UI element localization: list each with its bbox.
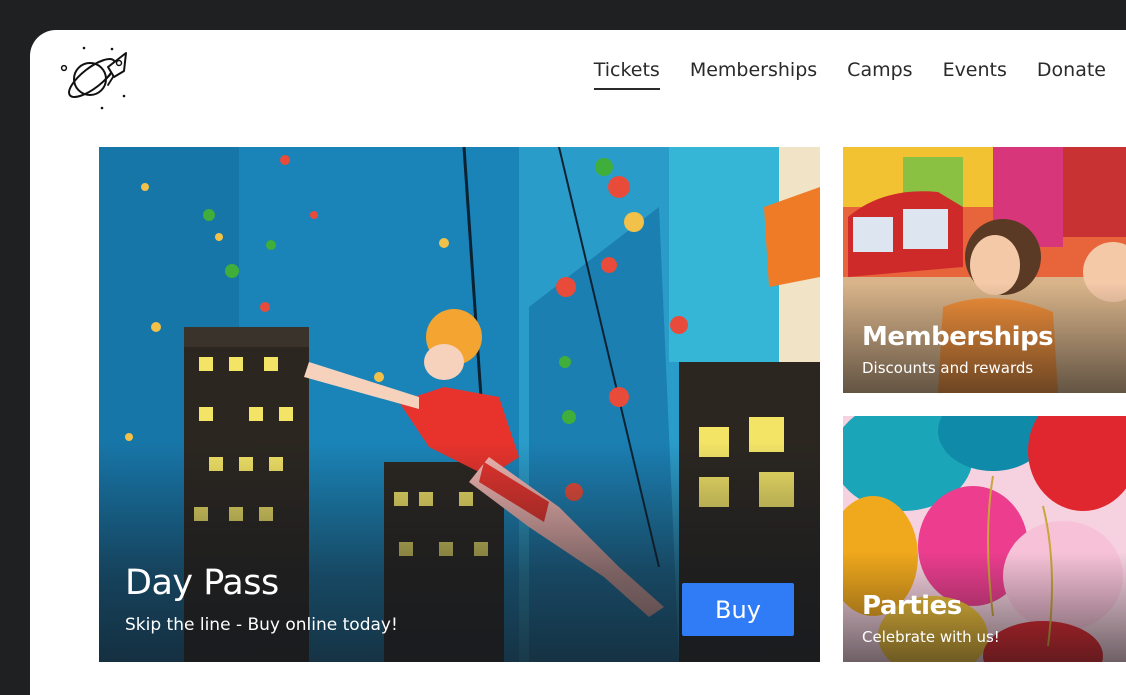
device-frame: Tickets Memberships Camps Events Donate <box>0 0 1126 695</box>
planet-rocket-icon[interactable] <box>56 45 132 111</box>
memberships-card[interactable]: Memberships Discounts and rewards <box>843 147 1126 393</box>
nav-donate[interactable]: Donate <box>1037 58 1106 88</box>
website-screen: Tickets Memberships Camps Events Donate <box>30 30 1126 695</box>
hero-subtitle: Skip the line - Buy online today! <box>125 615 398 635</box>
parties-card-subtitle: Celebrate with us! <box>862 628 1000 646</box>
nav-memberships[interactable]: Memberships <box>690 58 817 88</box>
memberships-card-subtitle: Discounts and rewards <box>862 359 1034 377</box>
parties-card[interactable]: Parties Celebrate with us! <box>843 416 1126 662</box>
nav-events[interactable]: Events <box>943 58 1007 88</box>
main-nav: Tickets Memberships Camps Events Donate <box>564 58 1106 90</box>
day-pass-hero[interactable]: Day Pass Skip the line - Buy online toda… <box>99 147 820 662</box>
nav-camps[interactable]: Camps <box>847 58 912 88</box>
nav-tickets[interactable]: Tickets <box>593 58 660 90</box>
buy-button[interactable]: Buy <box>682 583 794 636</box>
memberships-card-title: Memberships <box>862 322 1054 352</box>
parties-card-title: Parties <box>862 591 962 621</box>
hero-title: Day Pass <box>125 563 279 603</box>
